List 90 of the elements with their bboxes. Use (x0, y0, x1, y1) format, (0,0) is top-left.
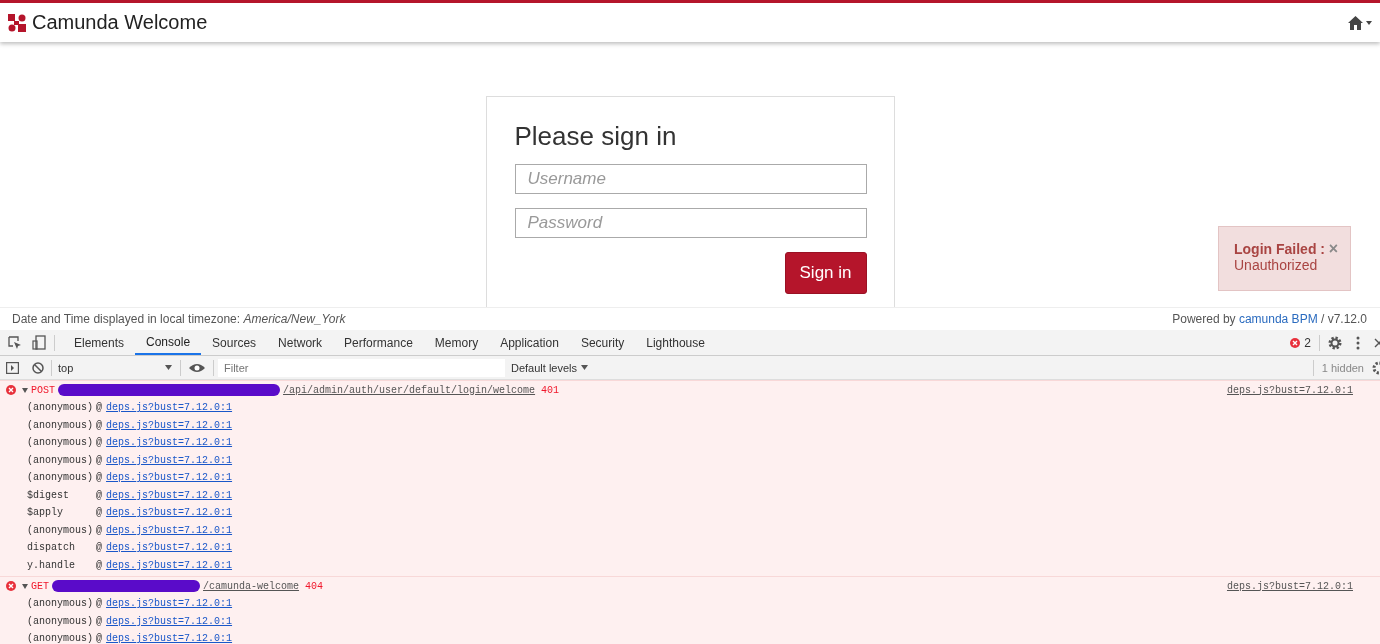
powered-by-note: Powered by camunda BPM / v7.12.0 (1172, 312, 1367, 326)
sign-in-button[interactable]: Sign in (784, 252, 867, 294)
devtools-tab[interactable]: Memory (423, 330, 490, 355)
devtools-tab[interactable]: Security (569, 330, 636, 355)
at-sign: @ (96, 472, 103, 484)
sidebar-toggle-icon[interactable] (6, 361, 19, 374)
at-sign: @ (96, 507, 102, 519)
devtools-tab[interactable]: Network (267, 330, 334, 355)
caret-icon (581, 365, 589, 370)
at-sign: @ (96, 402, 103, 414)
stack-function: (anonymous) (27, 402, 93, 414)
stack-link[interactable]: deps.js?bust=7.12.0:1 (106, 633, 233, 644)
error-icon (6, 385, 16, 395)
stack-function: (anonymous) (27, 524, 93, 536)
alert-title: Login Failed : (1234, 241, 1325, 257)
expand-toggle[interactable] (21, 582, 29, 590)
stack-link[interactable]: deps.js?bust=7.12.0:1 (106, 542, 233, 554)
stack-link[interactable]: deps.js?bust=7.12.0:1 (106, 507, 233, 519)
stack-link[interactable]: deps.js?bust=7.12.0:1 (106, 472, 233, 484)
error-count[interactable]: 2 (1304, 335, 1311, 350)
at-sign: @ (96, 542, 102, 554)
app-title: Camunda Welcome (32, 11, 208, 34)
hidden-count: 1 hidden (1321, 361, 1364, 374)
more-icon[interactable] (1356, 335, 1360, 350)
at-sign: @ (96, 419, 103, 431)
stack-function: y.handle (27, 559, 76, 571)
stack-link[interactable]: deps.js?bust=7.12.0:1 (106, 437, 233, 449)
stack-function: (anonymous) (27, 454, 93, 466)
stack-function: (anonymous) (27, 419, 93, 431)
caret-icon (1366, 20, 1372, 25)
stack-function: $apply (27, 507, 64, 519)
at-sign: @ (96, 489, 102, 501)
at-sign: @ (96, 454, 103, 466)
stack-link[interactable]: deps.js?bust=7.12.0:1 (106, 598, 233, 610)
at-sign: @ (96, 615, 103, 627)
login-title: Please sign in (514, 121, 678, 152)
devtools-tab[interactable]: Elements (63, 330, 136, 355)
username-field[interactable]: Username (514, 164, 867, 194)
settings-icon[interactable] (1328, 335, 1342, 350)
stack-link[interactable]: deps.js?bust=7.12.0:1 (106, 402, 233, 414)
devtools-tab[interactable]: Application (489, 330, 570, 355)
close-icon[interactable] (1374, 337, 1380, 348)
home-icon (1348, 15, 1363, 30)
context-select[interactable]: top (52, 359, 176, 376)
stack-link[interactable]: deps.js?bust=7.12.0:1 (106, 419, 233, 431)
stack-link[interactable]: deps.js?bust=7.12.0:1 (106, 559, 233, 571)
at-sign: @ (96, 598, 103, 610)
source-link[interactable]: deps.js?bust=7.12.0:1 (1226, 580, 1353, 592)
request-method: GET (31, 580, 49, 592)
eye-icon[interactable] (189, 362, 205, 373)
caret-icon (165, 365, 172, 370)
camunda-link[interactable]: camunda BPM (1238, 312, 1318, 326)
at-sign: @ (96, 633, 103, 644)
status-code: 404 (305, 580, 324, 592)
stack-function: (anonymous) (27, 437, 93, 449)
devtools-tab[interactable]: Lighthouse (635, 330, 716, 355)
devtools-tab[interactable]: Performance (333, 330, 424, 355)
at-sign: @ (96, 437, 103, 449)
levels-dropdown[interactable]: Default levels (511, 361, 589, 374)
source-link[interactable]: deps.js?bust=7.12.0:1 (1226, 384, 1353, 396)
error-icon (1290, 337, 1301, 348)
inspect-icon[interactable] (8, 335, 22, 350)
stack-link[interactable]: deps.js?bust=7.12.0:1 (106, 524, 233, 536)
settings-icon[interactable] (1372, 360, 1380, 375)
devtools-tab[interactable]: Sources (201, 330, 268, 355)
clear-console-icon[interactable] (32, 361, 44, 374)
filter-field[interactable]: Filter (218, 358, 505, 377)
device-icon[interactable] (32, 335, 46, 350)
request-url[interactable]: /camunda-welcome (203, 580, 300, 592)
stack-function: (anonymous) (27, 598, 93, 610)
timezone-note: Date and Time displayed in local timezone: America/New_York (12, 312, 346, 326)
status-code: 401 (541, 384, 560, 396)
stack-link[interactable]: deps.js?bust=7.12.0:1 (106, 454, 233, 466)
stack-function: $digest (27, 489, 70, 501)
request-method: POST (31, 384, 55, 396)
stack-function: (anonymous) (27, 472, 93, 484)
at-sign: @ (96, 559, 102, 571)
stack-function: dispatch (27, 542, 76, 554)
expand-toggle[interactable] (21, 386, 29, 394)
stack-link[interactable]: deps.js?bust=7.12.0:1 (106, 489, 233, 501)
stack-link[interactable]: deps.js?bust=7.12.0:1 (106, 615, 233, 627)
stack-function: (anonymous) (27, 615, 93, 627)
home-menu[interactable] (1348, 15, 1372, 30)
logo-icon (8, 13, 26, 32)
alert-message: Unauthorized (1234, 257, 1318, 273)
request-url[interactable]: /api/admin/auth/user/default/login/welcome (283, 384, 536, 396)
error-icon (6, 581, 16, 591)
password-field[interactable]: Password (514, 208, 867, 238)
stack-function: (anonymous) (27, 633, 93, 644)
at-sign: @ (96, 524, 103, 536)
